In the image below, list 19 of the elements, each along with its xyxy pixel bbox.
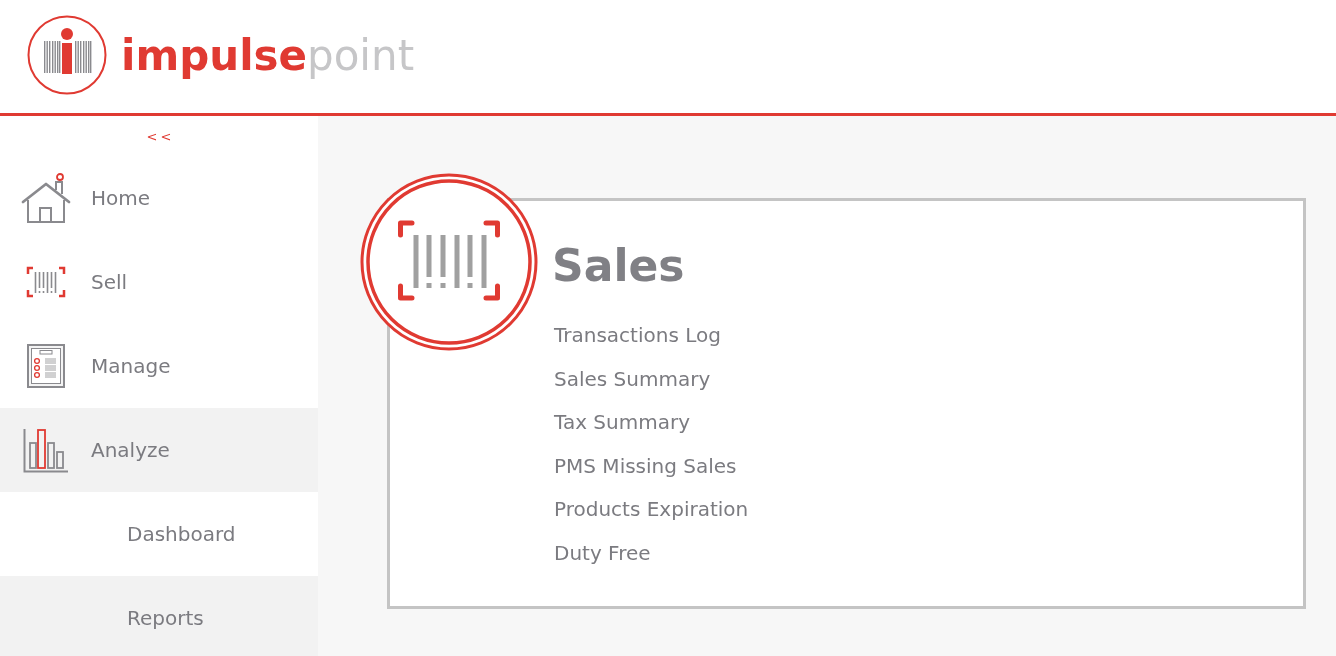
report-link[interactable]: Transactions Log <box>554 314 721 358</box>
report-link[interactable]: Tax Summary <box>554 401 690 445</box>
report-link[interactable]: Products Expiration <box>554 488 749 532</box>
card-title: Sales <box>552 244 685 288</box>
barcode-circle-logo-icon <box>27 14 107 95</box>
sidebar-item[interactable]: Home <box>0 156 318 240</box>
report-link[interactable]: Sales Summary <box>554 357 711 401</box>
sidebar-subitem[interactable]: Reports <box>0 576 318 656</box>
checklist-clipboard-icon <box>26 344 65 388</box>
barcode-icon <box>25 266 66 298</box>
sidebar-item[interactable]: Sell <box>0 240 318 324</box>
sidebar-item[interactable]: Analyze <box>0 408 318 492</box>
bar-chart-icon <box>22 427 69 473</box>
logo-wordmark: impulsepoint <box>121 34 415 77</box>
sidebar-item[interactable]: Manage <box>0 324 318 408</box>
report-link[interactable]: PMS Missing Sales <box>554 444 737 488</box>
sidebar-subitem[interactable]: Dashboard <box>0 492 318 576</box>
report-link[interactable]: Duty Free <box>554 531 651 575</box>
house-icon <box>19 172 72 224</box>
